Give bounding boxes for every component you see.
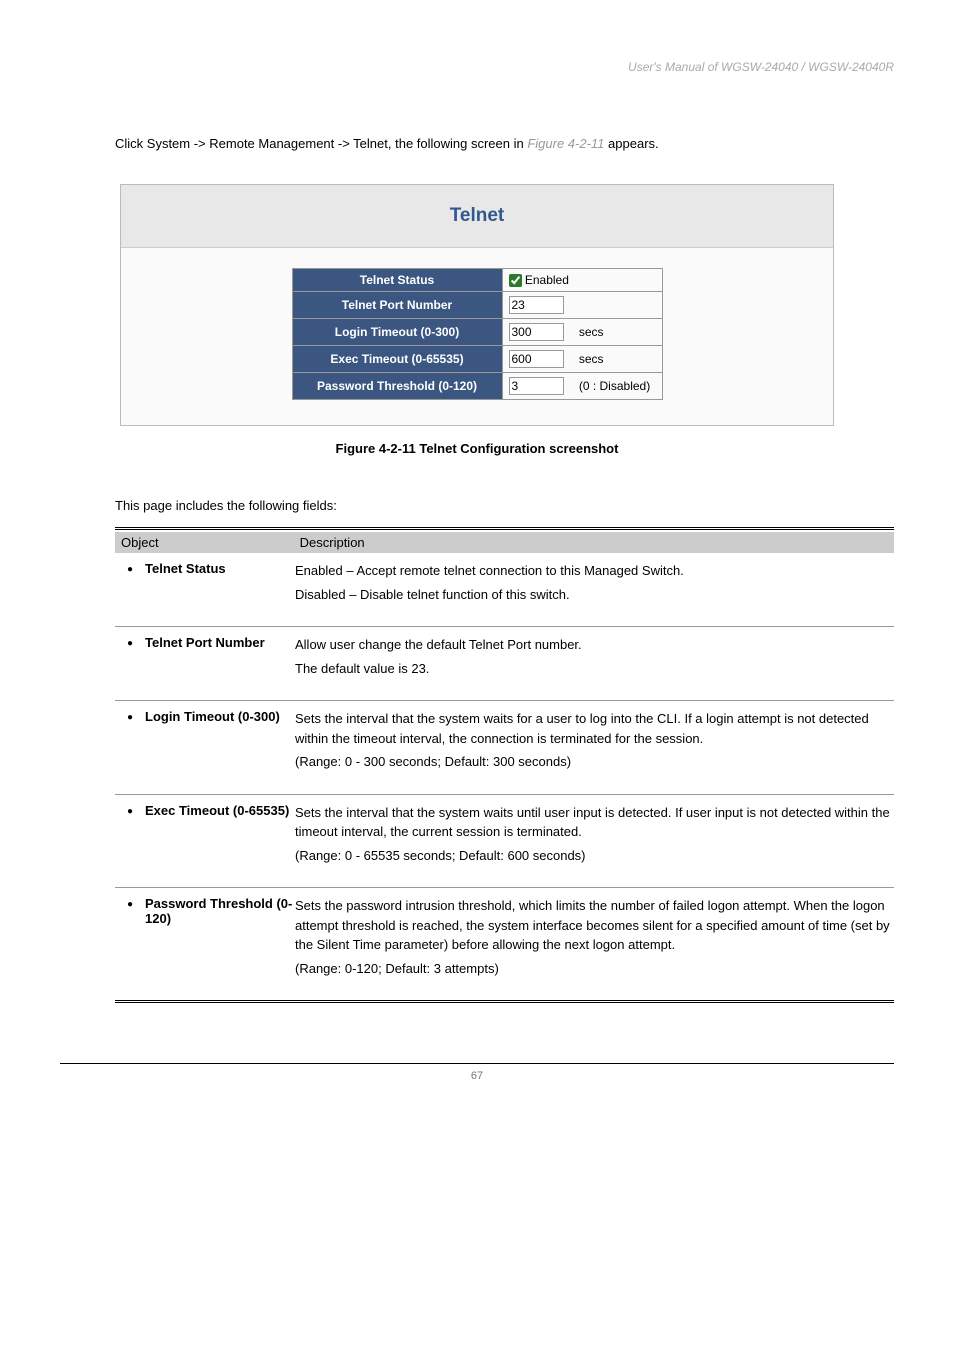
password-threshold-input[interactable] — [509, 377, 564, 395]
telnet-status-after: Enabled — [525, 273, 569, 287]
param-desc: Enabled – Accept remote telnet connectio… — [295, 561, 894, 608]
param-desc: Sets the password intrusion threshold, w… — [295, 896, 894, 982]
bullet-icon: ● — [115, 803, 145, 817]
desc-line: The default value is 23. — [295, 659, 894, 679]
param-label: Login Timeout (0-300) — [145, 709, 295, 724]
description-intro: This page includes the following fields: — [60, 496, 894, 516]
desc-line: Allow user change the default Telnet Por… — [295, 635, 894, 655]
bullet-icon: ● — [115, 635, 145, 649]
table-top-rule — [115, 527, 894, 530]
param-desc: Allow user change the default Telnet Por… — [295, 635, 894, 682]
row-password-threshold: Password Threshold (0-120) (0 : Disabled… — [292, 372, 662, 399]
label-port-number: Telnet Port Number — [292, 291, 502, 318]
label-password-threshold: Password Threshold (0-120) — [292, 372, 502, 399]
desc-line: Disabled – Disable telnet function of th… — [295, 585, 894, 605]
param-password-threshold: ● Password Threshold (0-120) Sets the pa… — [115, 888, 894, 1003]
figcap-rest: Telnet Configuration screenshot — [416, 441, 619, 456]
cell-telnet-status: Enabled — [502, 268, 662, 291]
param-label: Exec Timeout (0-65535) — [145, 803, 295, 818]
param-label: Telnet Port Number — [145, 635, 295, 650]
exec-timeout-after: secs — [579, 352, 604, 366]
label-login-timeout: Login Timeout (0-300) — [292, 318, 502, 345]
cell-port-number — [502, 291, 662, 318]
figcap-ref: Figure 4-2-11 — [336, 441, 416, 456]
param-port-number: ● Telnet Port Number Allow user change t… — [115, 627, 894, 701]
telnet-title: Telnet — [121, 195, 833, 247]
bullet-icon: ● — [115, 561, 145, 575]
param-login-timeout: ● Login Timeout (0-300) Sets the interva… — [115, 701, 894, 795]
telnet-panel: Telnet Telnet Status Enabled Telnet Port… — [120, 184, 834, 426]
desc-line: (Range: 0-120; Default: 3 attempts) — [295, 959, 894, 979]
bullet-icon: ● — [115, 896, 145, 910]
page-footer: 67 — [60, 1063, 894, 1082]
param-telnet-status: ● Telnet Status Enabled – Accept remote … — [115, 553, 894, 627]
telnet-config-table: Telnet Status Enabled Telnet Port Number… — [292, 268, 663, 400]
param-exec-timeout: ● Exec Timeout (0-65535) Sets the interv… — [115, 795, 894, 889]
desc-line: Sets the password intrusion threshold, w… — [295, 896, 894, 955]
cell-login-timeout: secs — [502, 318, 662, 345]
port-number-input[interactable] — [509, 296, 564, 314]
intro-text1: Click System -> Remote Management -> Tel… — [115, 136, 527, 151]
login-timeout-after: secs — [579, 325, 604, 339]
label-exec-timeout: Exec Timeout (0-65535) — [292, 345, 502, 372]
param-desc: Sets the interval that the system waits … — [295, 803, 894, 870]
desc-line: Sets the interval that the system waits … — [295, 803, 894, 842]
param-list: ● Telnet Status Enabled – Accept remote … — [115, 553, 894, 1003]
login-timeout-input[interactable] — [509, 323, 564, 341]
telnet-inner: Telnet Status Enabled Telnet Port Number… — [121, 247, 833, 425]
cell-exec-timeout: secs — [502, 345, 662, 372]
desc-line: (Range: 0 - 300 seconds; Default: 300 se… — [295, 752, 894, 772]
desc-line: Enabled – Accept remote telnet connectio… — [295, 561, 894, 581]
row-port-number: Telnet Port Number — [292, 291, 662, 318]
parameter-table: Object Description ● Telnet Status Enabl… — [60, 527, 894, 1003]
header-object: Object — [121, 535, 296, 550]
header-description: Description — [300, 535, 365, 550]
table-header-row: Object Description — [115, 532, 894, 553]
desc-line: Sets the interval that the system waits … — [295, 709, 894, 748]
label-telnet-status: Telnet Status — [292, 268, 502, 291]
param-label: Telnet Status — [145, 561, 295, 576]
param-label: Password Threshold (0-120) — [145, 896, 295, 926]
bullet-icon: ● — [115, 709, 145, 723]
row-exec-timeout: Exec Timeout (0-65535) secs — [292, 345, 662, 372]
intro-figref: Figure 4-2-11 — [527, 136, 604, 151]
telnet-status-checkbox[interactable] — [509, 274, 522, 287]
row-telnet-status: Telnet Status Enabled — [292, 268, 662, 291]
password-threshold-after: (0 : Disabled) — [579, 379, 650, 393]
exec-timeout-input[interactable] — [509, 350, 564, 368]
cell-password-threshold: (0 : Disabled) — [502, 372, 662, 399]
row-login-timeout: Login Timeout (0-300) secs — [292, 318, 662, 345]
desc-line: (Range: 0 - 65535 seconds; Default: 600 … — [295, 846, 894, 866]
intro-paragraph: Click System -> Remote Management -> Tel… — [60, 134, 894, 154]
intro-text2: appears. — [608, 136, 659, 151]
figure-caption: Figure 4-2-11 Telnet Configuration scree… — [60, 441, 894, 456]
param-desc: Sets the interval that the system waits … — [295, 709, 894, 776]
manual-header: User's Manual of WGSW-24040 / WGSW-24040… — [60, 60, 894, 74]
